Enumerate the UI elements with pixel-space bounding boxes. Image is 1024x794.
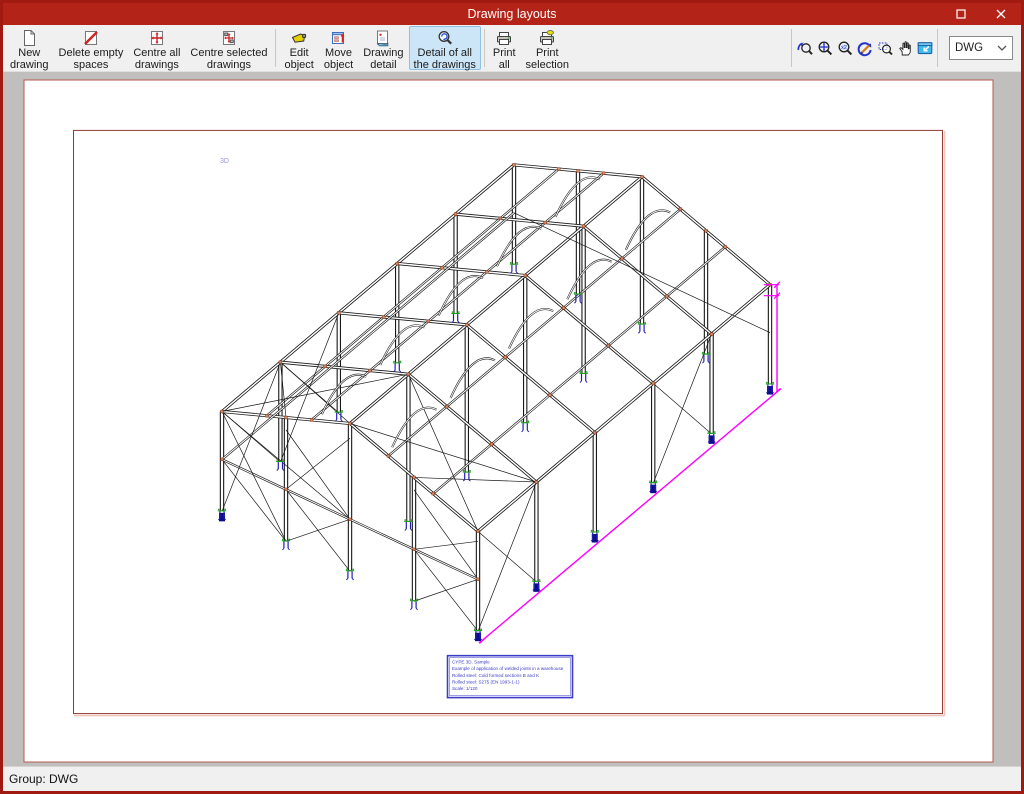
toolbar-button-centre-all-drawings[interactable]: Centre all drawings <box>128 26 185 70</box>
toolbar-button-label: Move object <box>323 47 354 71</box>
close-button[interactable] <box>981 3 1021 25</box>
toolbar-separator <box>937 29 938 67</box>
toolbar-separator <box>275 29 277 67</box>
drawing-detail-icon <box>374 29 392 47</box>
previous-window-button[interactable] <box>915 39 934 58</box>
zoom-extents-button[interactable] <box>815 39 834 58</box>
toolbar-button-label: Print selection <box>525 47 569 71</box>
svg-text:Rolled steel: Cold formed sect: Rolled steel: Cold formed sections B and… <box>452 673 539 678</box>
toolbar-button-label: Drawing detail <box>363 47 404 71</box>
drawing-layout-sheet[interactable]: 3D CYPE 3D. SampleExample of application … <box>3 72 1021 766</box>
print-selection-icon <box>538 29 556 47</box>
new-drawing-icon <box>20 29 38 47</box>
toolbar-button-centre-selected-drawings[interactable]: Centre selected drawings <box>185 26 272 70</box>
toolbar-button-label: Centre all drawings <box>133 47 181 71</box>
redraw-icon <box>857 42 872 57</box>
close-icon <box>996 9 1006 19</box>
toolbar-button-edit-object[interactable]: Edit object <box>279 26 318 70</box>
svg-text:Scale: 1/120: Scale: 1/120 <box>452 686 478 691</box>
svg-text:Example of application of weld: Example of application of welded joints … <box>452 666 564 671</box>
window-controls <box>941 3 1021 25</box>
maximize-icon <box>956 9 966 19</box>
toolbar-button-label: Detail of all the drawings <box>413 47 476 71</box>
svg-text:x2: x2 <box>841 45 847 51</box>
detail-all-drawings-icon <box>436 29 454 47</box>
drawing-canvas-area[interactable]: 3D CYPE 3D. Sample Example of application … <box>3 72 1021 766</box>
toolbar-separator <box>483 29 485 67</box>
zoom-x2-button[interactable]: x2 <box>835 39 854 58</box>
maximize-button[interactable] <box>941 3 981 25</box>
toolbar-button-label: New drawing <box>10 47 49 71</box>
centre-selected-drawings-icon <box>220 29 238 47</box>
chevron-down-icon <box>997 45 1007 51</box>
previous-window-icon <box>917 42 932 55</box>
redraw-button[interactable] <box>855 39 874 58</box>
toolbar-button-label: Print all <box>492 47 516 71</box>
status-bar: Group: DWG <box>3 766 1021 791</box>
window-title: Drawing layouts <box>467 7 557 21</box>
toolbar-button-groups: New drawing Delete empty spaces Centre all… <box>5 26 574 70</box>
toolbar-button-drawing-detail[interactable]: Drawing detail <box>358 26 408 70</box>
toolbar-button-detail-all-drawings[interactable]: Detail of all the drawings <box>408 26 481 71</box>
toolbar-button-print-selection[interactable]: Print selection <box>521 26 574 70</box>
toolbar-button-new-drawing[interactable]: New drawing <box>5 26 54 70</box>
zoom-window-icon <box>878 42 893 56</box>
zoom-previous-button[interactable] <box>795 39 814 58</box>
format-select-value: DWG <box>955 42 984 54</box>
main-toolbar: New drawing Delete empty spaces Centre all… <box>3 25 1021 72</box>
toolbar-button-label: Delete empty spaces <box>58 47 124 71</box>
svg-text:CYPE 3D. Sample: CYPE 3D. Sample <box>452 660 490 665</box>
zoom-previous-icon <box>797 42 813 55</box>
toolbar-button-label: Centre selected drawings <box>190 47 268 71</box>
zoom-toolstrip: x2 <box>795 26 934 70</box>
svg-text:3D: 3D <box>220 158 229 165</box>
toolbar-button-print-all[interactable]: Print all <box>488 26 521 70</box>
pan-icon <box>898 41 911 56</box>
zoom-window-button[interactable] <box>875 39 894 58</box>
centre-all-drawings-icon <box>148 29 166 47</box>
delete-empty-spaces-icon <box>82 29 100 47</box>
toolbar-button-delete-empty-spaces[interactable]: Delete empty spaces <box>54 26 129 70</box>
edit-object-icon <box>290 29 308 47</box>
zoom-x2-icon: x2 <box>838 41 852 56</box>
svg-text:Rolled steel: S275 (EN 1993-1-: Rolled steel: S275 (EN 1993-1-1) <box>452 679 520 684</box>
zoom-extents-icon <box>818 41 832 56</box>
toolbar-button-label: Edit object <box>284 47 314 71</box>
drawing-layouts-window: Drawing layouts New drawing Delete empty … <box>0 0 1024 794</box>
status-group-label: Group: DWG <box>9 772 79 786</box>
title-bar: Drawing layouts <box>3 3 1021 25</box>
print-all-icon <box>495 29 513 47</box>
toolbar-separator <box>791 29 792 67</box>
move-object-icon <box>330 29 348 47</box>
pan-button[interactable] <box>895 39 914 58</box>
format-select[interactable]: DWG <box>949 36 1013 60</box>
toolbar-button-move-object[interactable]: Move object <box>319 26 358 70</box>
